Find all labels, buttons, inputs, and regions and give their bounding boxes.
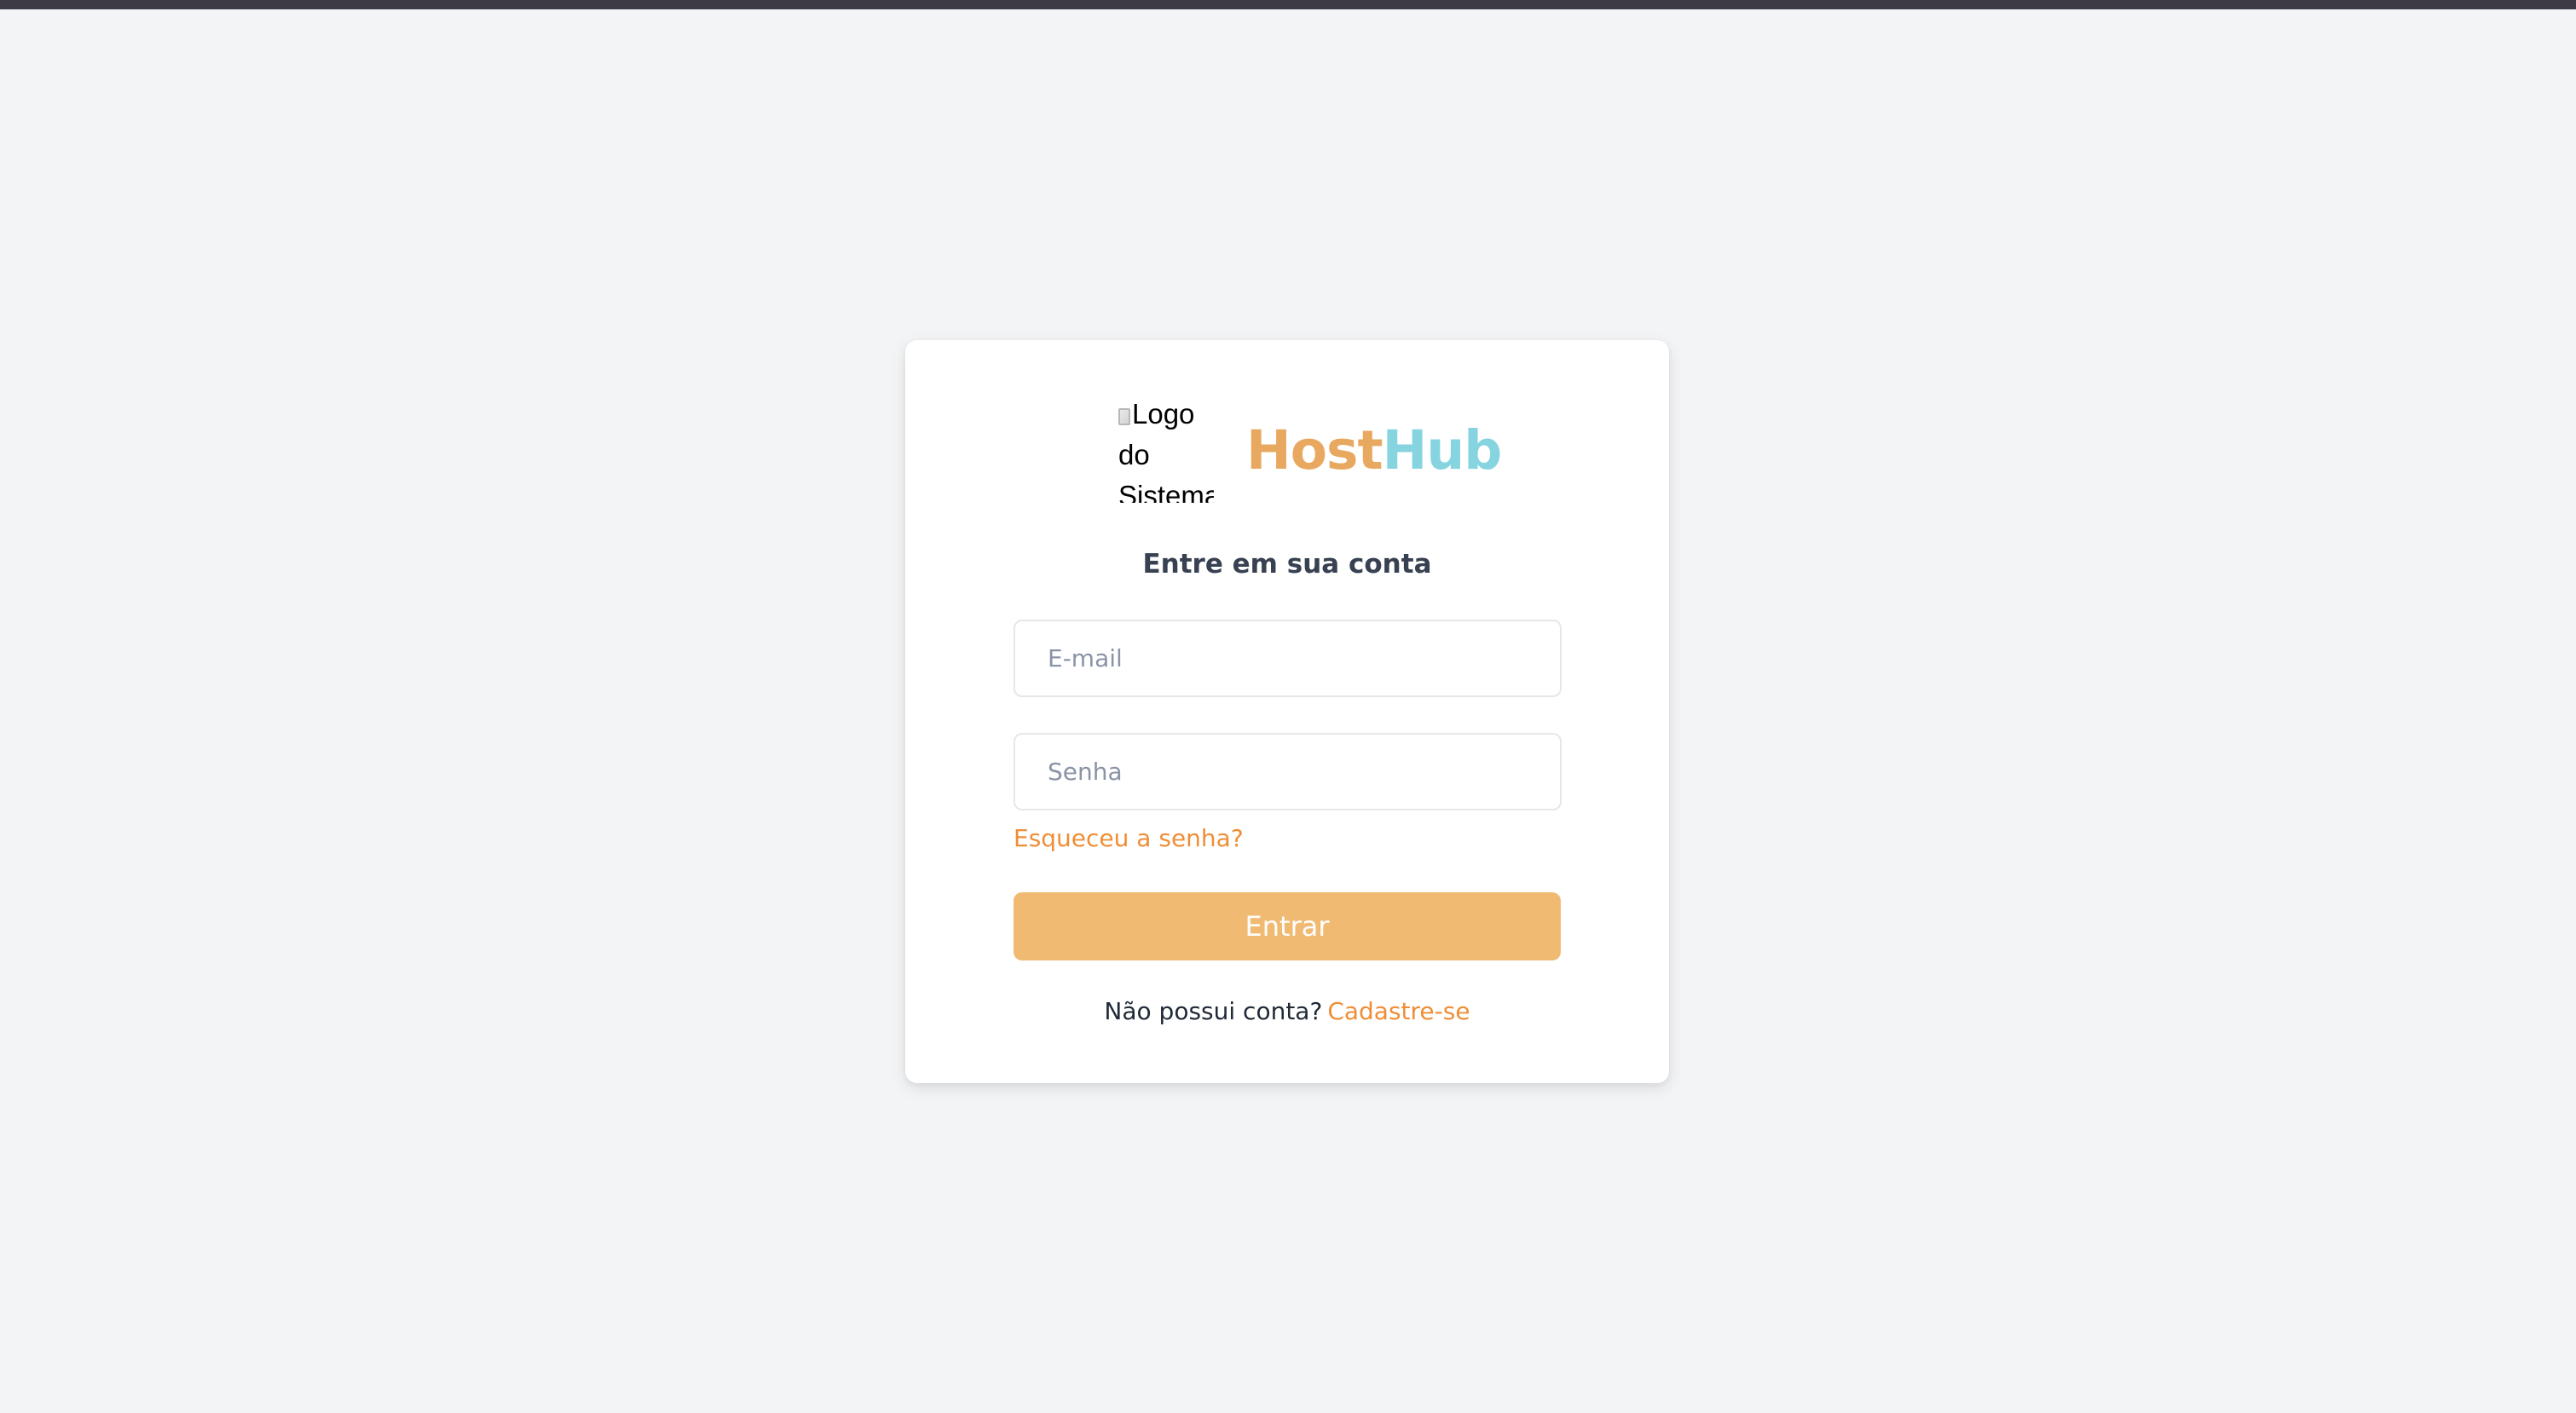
signup-prompt-text: Não possui conta?: [1104, 997, 1323, 1025]
logo-alt-text: Logo do Sistema: [1118, 398, 1214, 503]
signup-prompt-row: Não possui conta? Cadastre-se: [905, 995, 1669, 1029]
brand-name-hub: Hub: [1382, 419, 1503, 482]
logo-image: Logo do Sistema: [1118, 394, 1214, 503]
broken-image-icon: [1118, 408, 1130, 425]
login-button[interactable]: Entrar: [1014, 892, 1561, 960]
forgot-password-link[interactable]: Esqueceu a senha?: [1014, 822, 1244, 856]
brand-name: HostHub: [1246, 412, 1503, 489]
brand-name-host: Host: [1246, 419, 1383, 482]
email-field[interactable]: [1014, 620, 1562, 697]
signup-link[interactable]: Cadastre-se: [1327, 997, 1470, 1025]
window-top-bar: [0, 0, 2576, 9]
password-field[interactable]: [1014, 733, 1562, 810]
page-title: Entre em sua conta: [1142, 549, 1432, 580]
